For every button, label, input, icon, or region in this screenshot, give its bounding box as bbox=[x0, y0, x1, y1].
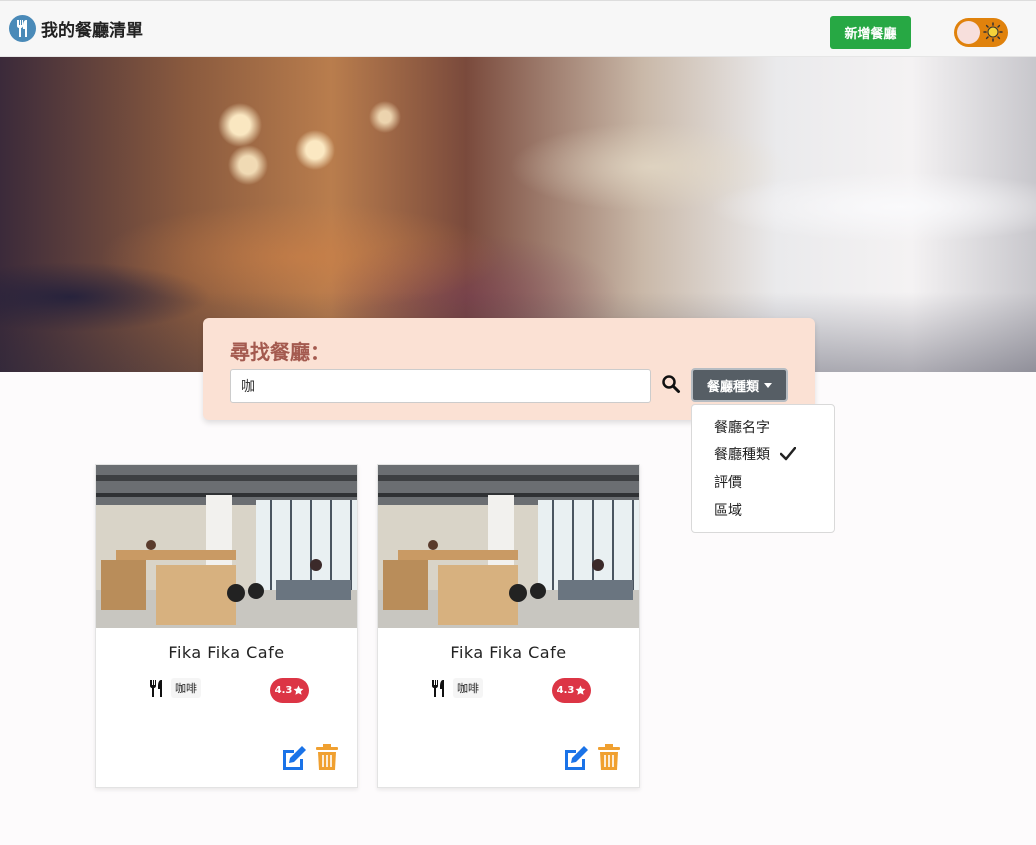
trash-icon[interactable] bbox=[598, 744, 620, 770]
category-tag: 咖啡 bbox=[431, 678, 483, 698]
brand[interactable]: 我的餐廳清單 bbox=[9, 15, 143, 42]
dropdown-item-name[interactable]: 餐廳名字 bbox=[714, 417, 770, 437]
star-icon bbox=[293, 685, 304, 695]
sun-icon bbox=[983, 22, 1003, 42]
restaurant-card[interactable]: Fika Fika Cafe 咖啡 4.3 bbox=[377, 464, 640, 788]
category-badge: 咖啡 bbox=[171, 678, 201, 698]
dropdown-item-label: 區域 bbox=[714, 503, 742, 519]
restaurant-photo bbox=[96, 465, 357, 628]
utensils-logo-icon bbox=[9, 15, 36, 42]
dropdown-item-label: 餐廳種類 bbox=[714, 447, 770, 463]
restaurant-name: Fika Fika Cafe bbox=[450, 643, 567, 662]
toggle-knob bbox=[957, 21, 980, 44]
search-icon[interactable] bbox=[661, 374, 681, 394]
rating-value: 4.3 bbox=[556, 685, 575, 696]
brand-title: 我的餐廳清單 bbox=[41, 21, 143, 41]
restaurant-photo bbox=[378, 465, 639, 628]
utensils-icon bbox=[432, 679, 444, 697]
edit-icon[interactable] bbox=[280, 745, 307, 770]
restaurant-name: Fika Fika Cafe bbox=[168, 643, 285, 662]
search-input[interactable] bbox=[230, 369, 651, 403]
restaurant-card[interactable]: Fika Fika Cafe 咖啡 4.3 bbox=[95, 464, 358, 788]
add-restaurant-button[interactable]: 新增餐廳 bbox=[830, 16, 911, 49]
search-field-dropdown: 餐廳名字 餐廳種類 評價 區域 bbox=[691, 404, 835, 533]
category-badge: 咖啡 bbox=[453, 678, 483, 698]
dropdown-item-label: 評價 bbox=[714, 475, 742, 491]
category-tag: 咖啡 bbox=[149, 678, 201, 698]
dropdown-item-area[interactable]: 區域 bbox=[714, 500, 742, 520]
edit-icon[interactable] bbox=[562, 745, 589, 770]
category-dropdown-button[interactable]: 餐廳種類 bbox=[691, 368, 788, 402]
theme-toggle[interactable] bbox=[954, 18, 1008, 47]
dropdown-item-label: 餐廳名字 bbox=[714, 420, 770, 436]
dropdown-item-rating[interactable]: 評價 bbox=[714, 472, 742, 492]
utensils-icon bbox=[150, 679, 162, 697]
navbar: 我的餐廳清單 新增餐廳 bbox=[0, 0, 1036, 57]
rating-value: 4.3 bbox=[274, 685, 293, 696]
rating-badge: 4.3 bbox=[270, 678, 309, 703]
rating-badge: 4.3 bbox=[552, 678, 591, 703]
search-heading: 尋找餐廳： bbox=[230, 340, 330, 364]
dropdown-item-category[interactable]: 餐廳種類 bbox=[714, 444, 796, 464]
category-button-label: 餐廳種類 bbox=[706, 379, 759, 395]
chevron-down-icon bbox=[764, 382, 772, 388]
check-icon bbox=[780, 447, 796, 461]
star-icon bbox=[575, 685, 586, 695]
trash-icon[interactable] bbox=[316, 744, 338, 770]
